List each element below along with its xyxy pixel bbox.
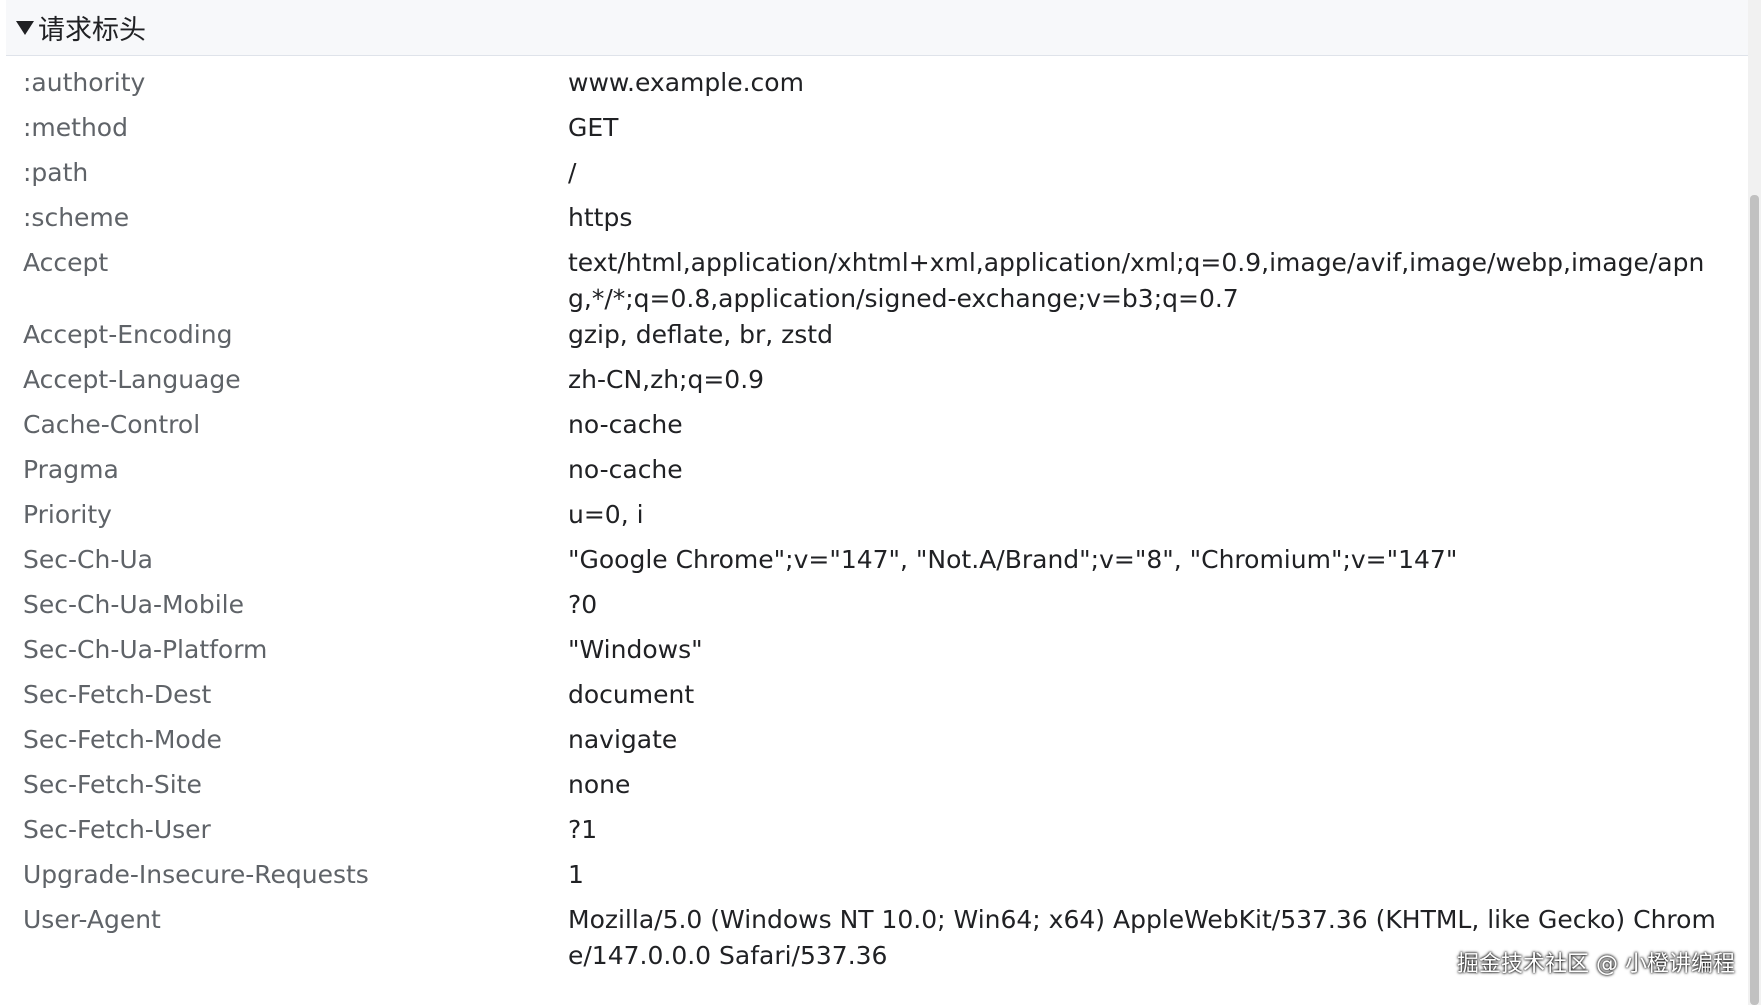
headers-list: :authority www.example.com :method GET :…	[23, 65, 1723, 974]
header-row-sec-ch-ua: Sec-Ch-Ua "Google Chrome";v="147", "Not.…	[23, 542, 1723, 587]
header-row-accept-language: Accept-Language zh-CN,zh;q=0.9	[23, 362, 1723, 407]
header-name: Sec-Ch-Ua	[23, 545, 153, 574]
header-name: Accept-Language	[23, 365, 241, 394]
header-name: Sec-Ch-Ua-Platform	[23, 635, 268, 664]
header-row-accept: Accept text/html,application/xhtml+xml,a…	[23, 245, 1723, 317]
header-value: ?0	[568, 590, 598, 619]
header-name: :path	[23, 158, 89, 187]
header-row-pragma: Pragma no-cache	[23, 452, 1723, 497]
header-value: no-cache	[568, 410, 683, 439]
header-row-sec-fetch-mode: Sec-Fetch-Mode navigate	[23, 722, 1723, 767]
header-name: Sec-Fetch-User	[23, 815, 211, 844]
header-name: :authority	[23, 68, 146, 97]
header-row-authority: :authority www.example.com	[23, 65, 1723, 110]
header-name: Cache-Control	[23, 410, 201, 439]
request-headers-section-header[interactable]: 请求标头	[6, 0, 1748, 56]
header-name: Upgrade-Insecure-Requests	[23, 860, 369, 889]
header-name: Accept	[23, 248, 109, 277]
header-row-method: :method GET	[23, 110, 1723, 155]
header-row-sec-fetch-user: Sec-Fetch-User ?1	[23, 812, 1723, 857]
header-name: Priority	[23, 500, 112, 529]
header-row-accept-encoding: Accept-Encoding gzip, deflate, br, zstd	[23, 317, 1723, 362]
header-value: gzip, deflate, br, zstd	[568, 320, 833, 349]
header-value: 1	[568, 860, 584, 889]
triangle-down-icon[interactable]	[16, 20, 34, 35]
header-value: text/html,application/xhtml+xml,applicat…	[568, 248, 1705, 313]
scrollbar-thumb[interactable]	[1750, 195, 1759, 1005]
header-value: navigate	[568, 725, 678, 754]
header-row-scheme: :scheme https	[23, 200, 1723, 245]
header-row-sec-fetch-dest: Sec-Fetch-Dest document	[23, 677, 1723, 722]
watermark: 掘金技术社区 @ 小橙讲编程	[1457, 952, 1735, 977]
header-value: "Windows"	[568, 635, 703, 664]
header-value: no-cache	[568, 455, 683, 484]
header-name: Sec-Ch-Ua-Mobile	[23, 590, 244, 619]
header-name: :method	[23, 113, 128, 142]
header-value: /	[568, 158, 577, 187]
header-value: GET	[568, 113, 619, 142]
header-name: Sec-Fetch-Dest	[23, 680, 212, 709]
header-value: none	[568, 770, 631, 799]
header-value: document	[568, 680, 695, 709]
header-value: u=0, i	[568, 500, 644, 529]
header-name: Sec-Fetch-Site	[23, 770, 202, 799]
header-name: Pragma	[23, 455, 119, 484]
header-row-sec-ch-ua-mobile: Sec-Ch-Ua-Mobile ?0	[23, 587, 1723, 632]
header-value: ?1	[568, 815, 598, 844]
header-row-cache-control: Cache-Control no-cache	[23, 407, 1723, 452]
request-headers-panel: 请求标头 :authority www.example.com :method …	[6, 0, 1748, 1005]
header-value: zh-CN,zh;q=0.9	[568, 365, 765, 394]
header-name: Accept-Encoding	[23, 320, 233, 349]
header-value: https	[568, 203, 633, 232]
header-name: Sec-Fetch-Mode	[23, 725, 222, 754]
header-row-priority: Priority u=0, i	[23, 497, 1723, 542]
section-title: 请求标头	[38, 15, 146, 46]
header-row-upgrade-insecure-requests: Upgrade-Insecure-Requests 1	[23, 857, 1723, 902]
header-row-path: :path /	[23, 155, 1723, 200]
header-name: User-Agent	[23, 905, 161, 934]
header-value: www.example.com	[568, 68, 804, 97]
header-row-sec-ch-ua-platform: Sec-Ch-Ua-Platform "Windows"	[23, 632, 1723, 677]
header-row-sec-fetch-site: Sec-Fetch-Site none	[23, 767, 1723, 812]
header-name: :scheme	[23, 203, 130, 232]
header-value: "Google Chrome";v="147", "Not.A/Brand";v…	[568, 545, 1458, 574]
vertical-scrollbar[interactable]	[1748, 0, 1761, 1005]
